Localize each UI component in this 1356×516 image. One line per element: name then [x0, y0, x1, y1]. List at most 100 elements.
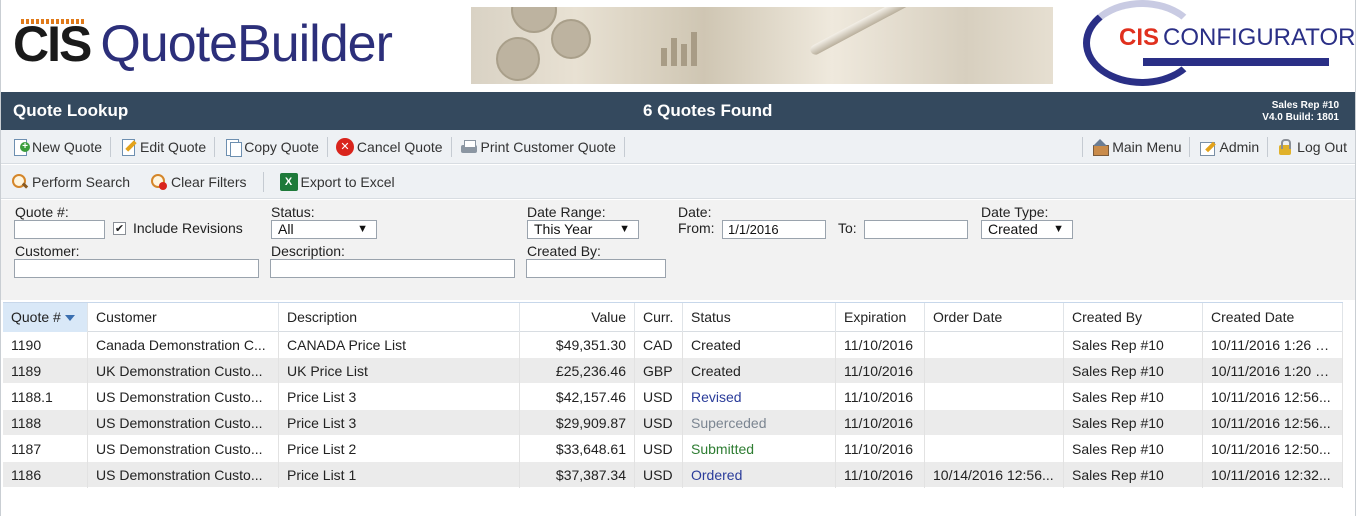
cell-customer: US Demonstration Custo...: [88, 462, 279, 488]
from-date-input[interactable]: [722, 220, 826, 239]
toolbar-divider: [1082, 136, 1084, 157]
perform-search-button[interactable]: Perform Search: [7, 170, 134, 194]
cell-currency: USD: [635, 384, 683, 410]
printer-icon: [460, 138, 478, 156]
brand-product-name: QuoteBuilder: [100, 15, 393, 73]
cell-quote-number: 1188.1: [3, 384, 88, 410]
table-row[interactable]: 1187 US Demonstration Custo... Price List …: [3, 436, 1343, 462]
column-header-status[interactable]: Status: [683, 303, 836, 332]
cell-quote-number: 1187: [3, 436, 88, 462]
table-row[interactable]: 1186 US Demonstration Custo... Price List …: [3, 462, 1343, 488]
table-row[interactable]: 1189 UK Demonstration Custo... UK Price Li…: [3, 358, 1343, 384]
cancel-quote-button[interactable]: Cancel Quote: [332, 135, 447, 159]
admin-button[interactable]: Admin: [1194, 135, 1263, 159]
log-out-button[interactable]: Log Out: [1272, 135, 1351, 159]
column-header-label: Description: [287, 309, 358, 325]
search-toolbar: Perform Search Clear Filters Export to E…: [1, 165, 1355, 199]
cell-value: $29,909.87: [520, 410, 635, 436]
log-out-label: Log Out: [1297, 138, 1347, 155]
search-icon: [11, 173, 29, 191]
to-label: To:: [838, 220, 857, 236]
description-input[interactable]: [270, 259, 515, 278]
include-revisions-checkbox[interactable]: ✔: [113, 222, 126, 235]
toolbar-divider: [214, 136, 216, 157]
status-label: Status:: [271, 204, 315, 220]
cell-expiration: 11/10/2016: [836, 332, 925, 358]
cell-status: Revised: [683, 384, 836, 410]
cell-created-by: Sales Rep #10: [1064, 410, 1203, 436]
dropdown-arrow-icon: ▼: [357, 223, 368, 235]
cell-description: Price List 1: [279, 462, 520, 488]
cell-created-date: 10/11/2016 1:20 pm: [1203, 358, 1343, 384]
column-header-currency[interactable]: Curr.: [635, 303, 683, 332]
cell-customer: UK Demonstration Custo...: [88, 358, 279, 384]
created-by-input[interactable]: [526, 259, 666, 278]
cell-value: $37,387.34: [520, 462, 635, 488]
clear-filters-button[interactable]: Clear Filters: [146, 170, 250, 194]
main-menu-button[interactable]: Main Menu: [1087, 135, 1185, 159]
cell-currency: GBP: [635, 358, 683, 384]
export-excel-button[interactable]: Export to Excel: [276, 170, 399, 194]
toolbar-divider: [326, 136, 328, 157]
column-header-customer[interactable]: Customer: [88, 303, 279, 332]
copy-quote-button[interactable]: Copy Quote: [219, 135, 323, 159]
cell-order-date: [925, 358, 1064, 384]
cell-created-date: 10/11/2016 12:56...: [1203, 384, 1343, 410]
new-quote-button[interactable]: New Quote: [7, 135, 106, 159]
column-header-description[interactable]: Description: [279, 303, 520, 332]
main-toolbar: New Quote Edit Quote Copy Quote Cancel Q…: [1, 130, 1355, 164]
table-row[interactable]: 1190 Canada Demonstration C... CANADA Pric…: [3, 332, 1343, 358]
column-header-label: Value: [591, 309, 626, 325]
quote-number-input[interactable]: [14, 220, 105, 239]
sort-descending-icon[interactable]: [64, 315, 75, 322]
status-select[interactable]: All ▼: [271, 220, 377, 239]
version-label: V4.0 Build: 1801: [1262, 112, 1339, 123]
cell-currency: USD: [635, 410, 683, 436]
include-revisions-label: Include Revisions: [133, 220, 243, 236]
grid-body: 1190 Canada Demonstration C... CANADA Pric…: [3, 332, 1343, 488]
cell-status: Submitted: [683, 436, 836, 462]
to-date-input[interactable]: [864, 220, 968, 239]
column-header-created-by[interactable]: Created By: [1064, 303, 1203, 332]
cell-expiration: 11/10/2016: [836, 462, 925, 488]
quotes-grid: Quote # Customer Description Value Curr. Stat…: [3, 302, 1343, 488]
cell-order-date: [925, 332, 1064, 358]
print-customer-quote-button[interactable]: Print Customer Quote: [456, 135, 620, 159]
date-range-select[interactable]: This Year ▼: [527, 220, 639, 239]
cell-created-by: Sales Rep #10: [1064, 462, 1203, 488]
home-icon: [1091, 138, 1110, 156]
date-label: Date:: [678, 204, 712, 220]
column-header-label: Created Date: [1211, 309, 1295, 325]
table-row[interactable]: 1188 US Demonstration Custo... Price List …: [3, 410, 1343, 436]
date-range-label: Date Range:: [527, 204, 606, 220]
table-row[interactable]: 1188.1 US Demonstration Custo... Price Lis…: [3, 384, 1343, 410]
cell-description: CANADA Price List: [279, 332, 520, 358]
quote-lookup-app: CIS QuoteBuilder CIS CONFIGURATOR Quote L…: [0, 0, 1356, 516]
toolbar-divider: [450, 136, 452, 157]
excel-icon: [279, 172, 298, 191]
cell-description: Price List 3: [279, 410, 520, 436]
column-header-created-date[interactable]: Created Date: [1203, 303, 1343, 332]
cell-description: UK Price List: [279, 358, 520, 384]
customer-input[interactable]: [14, 259, 259, 278]
column-header-quote-number[interactable]: Quote #: [3, 303, 88, 332]
edit-document-icon: [119, 138, 137, 156]
print-quote-label: Print Customer Quote: [480, 138, 616, 155]
header-banner: CIS QuoteBuilder CIS CONFIGURATOR: [1, 0, 1355, 92]
cell-quote-number: 1188: [3, 410, 88, 436]
column-header-expiration[interactable]: Expiration: [836, 303, 925, 332]
column-header-label: Curr.: [643, 309, 674, 325]
cell-status: Created: [683, 332, 836, 358]
dropdown-arrow-icon: ▼: [619, 223, 630, 235]
cell-created-by: Sales Rep #10: [1064, 332, 1203, 358]
result-count: 6 Quotes Found: [643, 101, 773, 120]
column-header-order-date[interactable]: Order Date: [925, 303, 1064, 332]
date-type-select[interactable]: Created ▼: [981, 220, 1073, 239]
cis-configurator-logo: CIS CONFIGURATOR: [1083, 0, 1355, 86]
copy-document-icon: [223, 138, 243, 157]
cell-status: Created: [683, 358, 836, 384]
column-header-value[interactable]: Value: [520, 303, 635, 332]
edit-quote-button[interactable]: Edit Quote: [115, 135, 210, 159]
brand-cis: CIS: [13, 16, 92, 72]
cell-quote-number: 1190: [3, 332, 88, 358]
